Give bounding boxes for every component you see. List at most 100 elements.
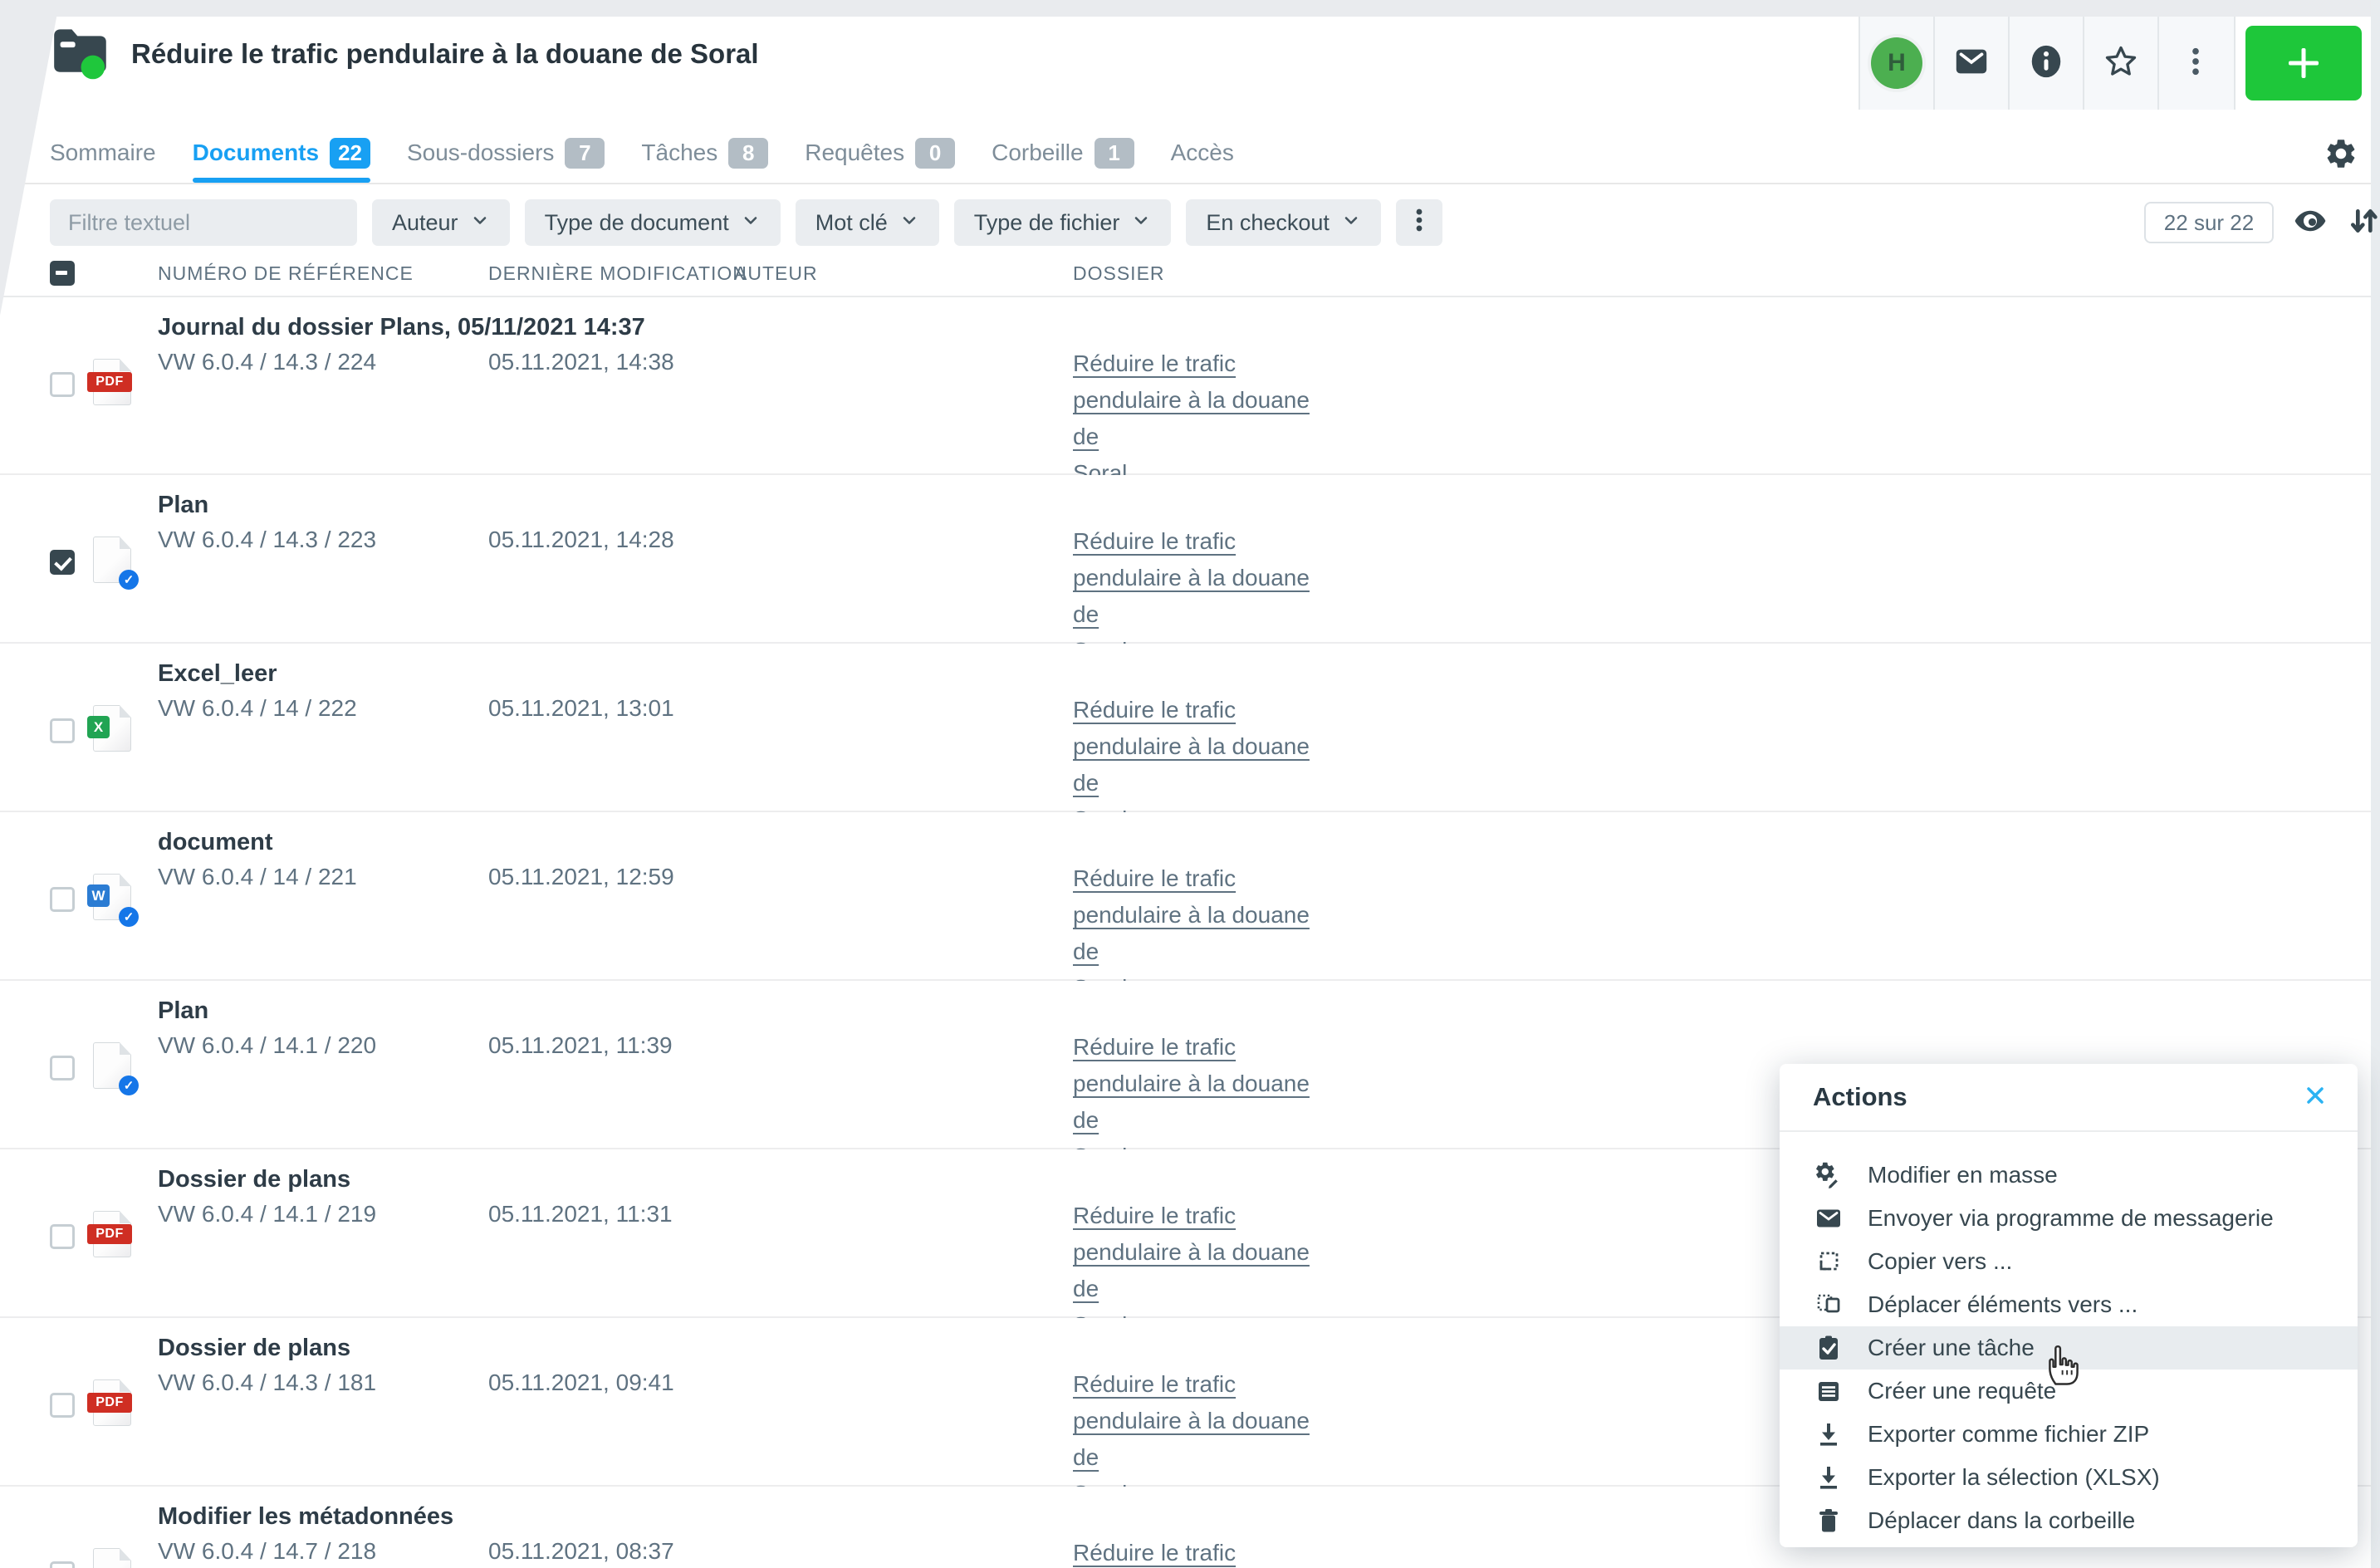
document-title: Journal du dossier Plans, 05/11/2021 14:… <box>158 314 645 341</box>
actions-menu: Actions Modifier en masseEnvoyer via pro… <box>1780 1064 2358 1547</box>
filter-dropdown-auteur[interactable]: Auteur <box>372 199 510 246</box>
header-more-button[interactable] <box>2157 17 2232 110</box>
star-icon <box>2103 43 2139 84</box>
last-modified: 05.11.2021, 09:41 <box>488 1370 674 1396</box>
filter-dropdown-type-de-document[interactable]: Type de document <box>525 199 781 246</box>
tab-count-badge: 1 <box>1095 138 1134 169</box>
close-x-icon <box>2302 1082 2329 1113</box>
eye-icon <box>2293 203 2328 243</box>
file-type-icon-excel: X <box>93 705 131 752</box>
row-checkbox[interactable] <box>50 1224 75 1249</box>
action-item-label: Modifier en masse <box>1868 1162 2058 1188</box>
file-type-icon-pdf: PDF <box>93 1379 131 1426</box>
gear-edit-icon <box>1813 1159 1844 1191</box>
filter-dropdown-type-de-fichier[interactable]: Type de fichier <box>954 199 1172 246</box>
tab-sous-dossiers[interactable]: Sous-dossiers 7 <box>407 123 605 183</box>
action-item-exporter-la-sélection-xlsx[interactable]: Exporter la sélection (XLSX) <box>1780 1456 2358 1499</box>
table-row: PDFJournal du dossier Plans, 05/11/2021 … <box>0 297 2371 475</box>
row-checkbox[interactable] <box>50 887 75 912</box>
document-title: Dossier de plans <box>158 1335 350 1362</box>
info-icon <box>2027 42 2065 85</box>
tab-label: Corbeille <box>992 140 1084 166</box>
file-type-icon-doc-approved: ✓ <box>93 1042 131 1089</box>
tab-bar: Sommaire Documents22 Sous-dossiers 7 Tâches 8… <box>0 123 2371 184</box>
task-check-icon <box>1813 1332 1844 1364</box>
row-checkbox[interactable] <box>50 1561 75 1568</box>
action-item-créer-une-requête[interactable]: Créer une requête <box>1780 1370 2358 1413</box>
action-item-modifier-en-masse[interactable]: Modifier en masse <box>1780 1154 2358 1197</box>
favorite-button[interactable] <box>2083 17 2157 110</box>
tab-count-badge: 7 <box>565 138 605 169</box>
action-item-exporter-comme-fichier-zip[interactable]: Exporter comme fichier ZIP <box>1780 1413 2358 1456</box>
row-checkbox[interactable] <box>50 1056 75 1080</box>
folder-link[interactable]: Réduire le trafic pendulaire à la douane… <box>1073 1535 1339 1568</box>
tab-corbeille[interactable]: Corbeille 1 <box>992 123 1134 183</box>
filter-dropdown-label: Auteur <box>392 210 458 236</box>
tab-settings-button[interactable] <box>2324 136 2358 171</box>
document-reference: VW 6.0.4 / 14.1 / 219 <box>158 1201 376 1227</box>
last-modified: 05.11.2021, 14:28 <box>488 527 674 553</box>
tab-documents[interactable]: Documents22 <box>193 123 370 183</box>
filter-dropdown-en-checkout[interactable]: En checkout <box>1186 199 1381 246</box>
info-button[interactable] <box>2008 17 2083 110</box>
last-modified: 05.11.2021, 11:31 <box>488 1201 673 1227</box>
action-item-créer-une-tâche[interactable]: Créer une tâche <box>1780 1326 2358 1370</box>
folder-link[interactable]: Réduire le trafic pendulaire à la douane… <box>1073 345 1339 492</box>
mail-button[interactable] <box>1933 17 2008 110</box>
table-header: NUMÉRO DE RÉFÉRENCEDERNIÈRE MODIFICATION… <box>0 249 2371 297</box>
filter-dropdown-label: Mot clé <box>815 210 888 236</box>
tab-sommaire[interactable]: Sommaire <box>50 123 156 183</box>
row-checkbox[interactable] <box>50 1393 75 1418</box>
filter-dropdown-mot-cl-[interactable]: Mot clé <box>796 199 939 246</box>
mail-icon <box>1952 42 1991 85</box>
tab-label: Documents <box>193 140 319 166</box>
close-button[interactable] <box>2301 1083 2329 1111</box>
move-icon <box>1813 1289 1844 1321</box>
document-title: Dossier de plans <box>158 1166 350 1193</box>
action-item-copier-vers[interactable]: Copier vers ... <box>1780 1240 2358 1283</box>
trash-icon <box>1813 1505 1844 1536</box>
document-reference: VW 6.0.4 / 14.3 / 224 <box>158 349 376 375</box>
document-title: Modifier les métadonnées <box>158 1503 453 1531</box>
document-title: Plan <box>158 492 208 519</box>
filter-more-button[interactable] <box>1396 199 1442 246</box>
tab-requ-tes[interactable]: Requêtes0 <box>805 123 955 183</box>
action-item-déplacer-éléments-vers[interactable]: Déplacer éléments vers ... <box>1780 1283 2358 1326</box>
header-bar: Réduire le trafic pendulaire à la douane… <box>0 17 2371 110</box>
add-button[interactable] <box>2245 26 2362 100</box>
column-header: NUMÉRO DE RÉFÉRENCE <box>158 262 414 285</box>
tab-label: Sommaire <box>50 140 156 166</box>
select-all-checkbox[interactable] <box>50 261 75 286</box>
tab-label: Tâches <box>641 140 717 166</box>
tab-acc-s[interactable]: Accès <box>1171 123 1234 183</box>
document-title: document <box>158 829 273 856</box>
user-avatar-button[interactable]: H <box>1858 17 1933 110</box>
row-checkbox[interactable] <box>50 718 75 743</box>
action-item-label: Exporter comme fichier ZIP <box>1868 1421 2149 1448</box>
tab-count-badge: 8 <box>728 138 768 169</box>
gear-icon <box>2324 160 2358 174</box>
tab-t-ches[interactable]: Tâches 8 <box>641 123 768 183</box>
document-reference: VW 6.0.4 / 14 / 221 <box>158 864 357 890</box>
file-type-icon-image <box>93 1548 131 1568</box>
last-modified: 05.11.2021, 12:59 <box>488 864 674 890</box>
download-icon <box>1813 1462 1844 1493</box>
row-checkbox[interactable] <box>50 372 75 397</box>
action-item-déplacer-dans-la-corbeille[interactable]: Déplacer dans la corbeille <box>1780 1499 2358 1542</box>
visibility-button[interactable] <box>2294 206 2327 239</box>
kebab-icon <box>1405 206 1433 240</box>
chevron-down-icon <box>1131 210 1151 236</box>
chevron-down-icon <box>1341 210 1361 236</box>
tab-label: Sous-dossiers <box>407 140 554 166</box>
sort-button[interactable] <box>2347 206 2380 239</box>
action-item-envoyer-via-programme-de-messagerie[interactable]: Envoyer via programme de messagerie <box>1780 1197 2358 1240</box>
page-background-strip <box>0 0 2380 17</box>
table-row: XExcel_leerVW 6.0.4 / 14 / 22205.11.2021… <box>0 644 2371 812</box>
row-checkbox[interactable] <box>50 550 75 575</box>
filter-bar: Auteur Type de document Mot clé Type de fic… <box>50 199 1442 246</box>
last-modified: 05.11.2021, 08:37 <box>488 1538 674 1565</box>
action-item-label: Créer une requête <box>1868 1378 2056 1404</box>
text-filter-input[interactable] <box>50 199 357 246</box>
chevron-down-icon <box>899 210 919 236</box>
header-icon-strip: H <box>1858 17 2234 110</box>
